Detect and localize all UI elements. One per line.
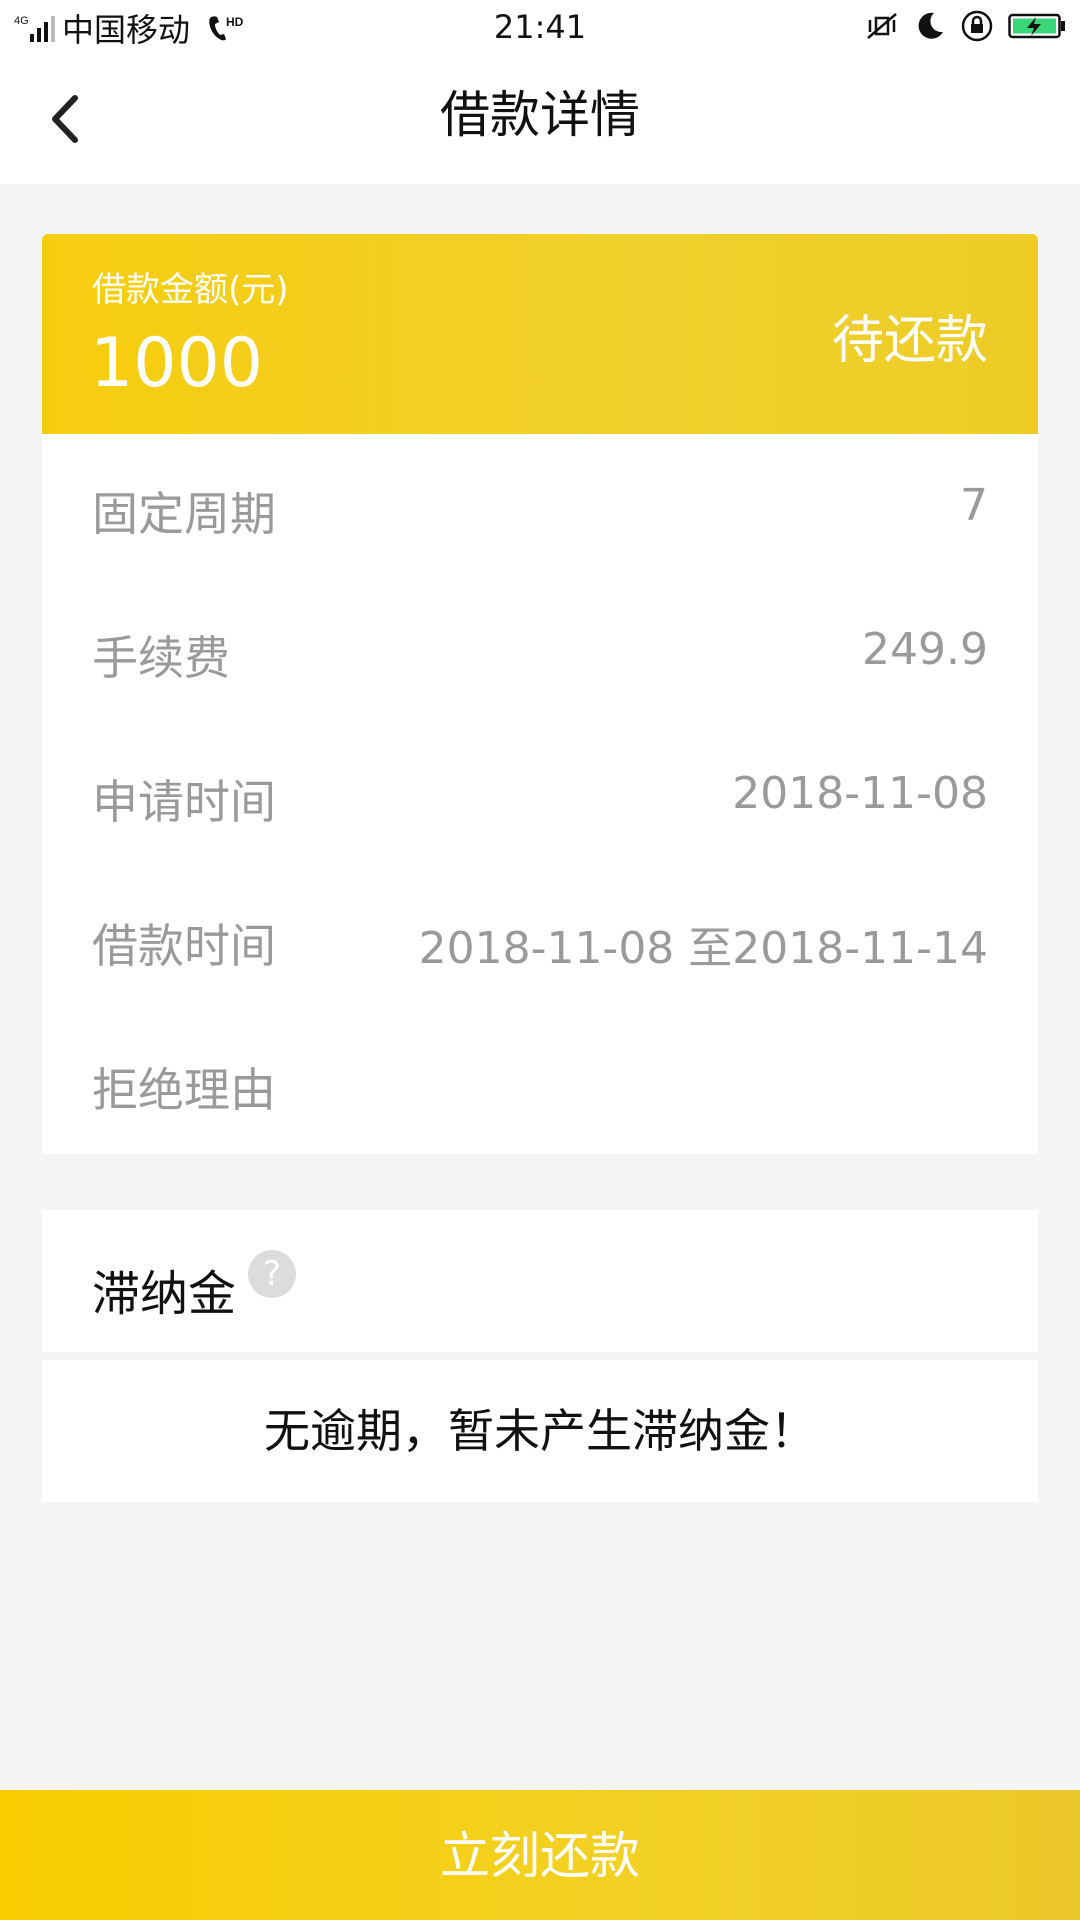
detail-value: 2018-11-08 — [732, 768, 988, 819]
question-circle-icon[interactable]: ? — [248, 1250, 296, 1298]
amount-label: 借款金额(元) — [92, 270, 289, 310]
status-bar: 4G 中国移动 HD 21:41 — [0, 0, 1080, 56]
detail-label: 手续费 — [92, 631, 230, 685]
detail-row-fee: 手续费 249.9 — [42, 578, 1038, 722]
detail-row-apply-time: 申请时间 2018-11-08 — [42, 722, 1038, 866]
loan-detail-page: 4G 中国移动 HD 21:41 借款详情 借款金额(元) 1000 待还款 固… — [0, 0, 1080, 1920]
repay-now-button[interactable]: 立刻还款 — [0, 1790, 1080, 1920]
detail-row-period: 固定周期 7 — [42, 434, 1038, 578]
loan-card: 借款金额(元) 1000 待还款 固定周期 7 手续费 249.9 申请时间 2… — [42, 234, 1038, 1154]
detail-value: 7 — [960, 480, 988, 531]
rotation-lock-icon — [960, 9, 994, 47]
late-fee-title: 滞纳金 — [92, 1266, 237, 1322]
detail-row-loan-time: 借款时间 2018-11-08 至2018-11-14 — [42, 866, 1038, 1010]
detail-value: 249.9 — [862, 624, 988, 675]
detail-value: 2018-11-08 至2018-11-14 — [418, 923, 988, 974]
page-title: 借款详情 — [440, 86, 640, 144]
vibrate-mute-icon — [864, 10, 900, 46]
moon-icon — [914, 10, 946, 46]
late-fee-header: 滞纳金 ? — [42, 1210, 1038, 1352]
detail-label: 申请时间 — [92, 775, 276, 829]
detail-label: 固定周期 — [92, 487, 276, 541]
loan-status: 待还款 — [831, 311, 988, 371]
app-header: 借款详情 — [0, 56, 1080, 184]
detail-label: 拒绝理由 — [92, 1063, 276, 1117]
amount-value: 1000 — [90, 324, 264, 403]
loan-detail-list: 固定周期 7 手续费 249.9 申请时间 2018-11-08 借款时间 20… — [42, 434, 1038, 1154]
detail-row-reject-reason: 拒绝理由 — [42, 1010, 1038, 1154]
late-fee-note: 无逾期，暂未产生滞纳金！ — [42, 1360, 1038, 1502]
detail-label: 借款时间 — [92, 919, 276, 973]
status-right — [864, 8, 1066, 48]
battery-charging-icon — [1008, 12, 1066, 44]
loan-amount-banner: 借款金额(元) 1000 待还款 — [42, 234, 1038, 434]
